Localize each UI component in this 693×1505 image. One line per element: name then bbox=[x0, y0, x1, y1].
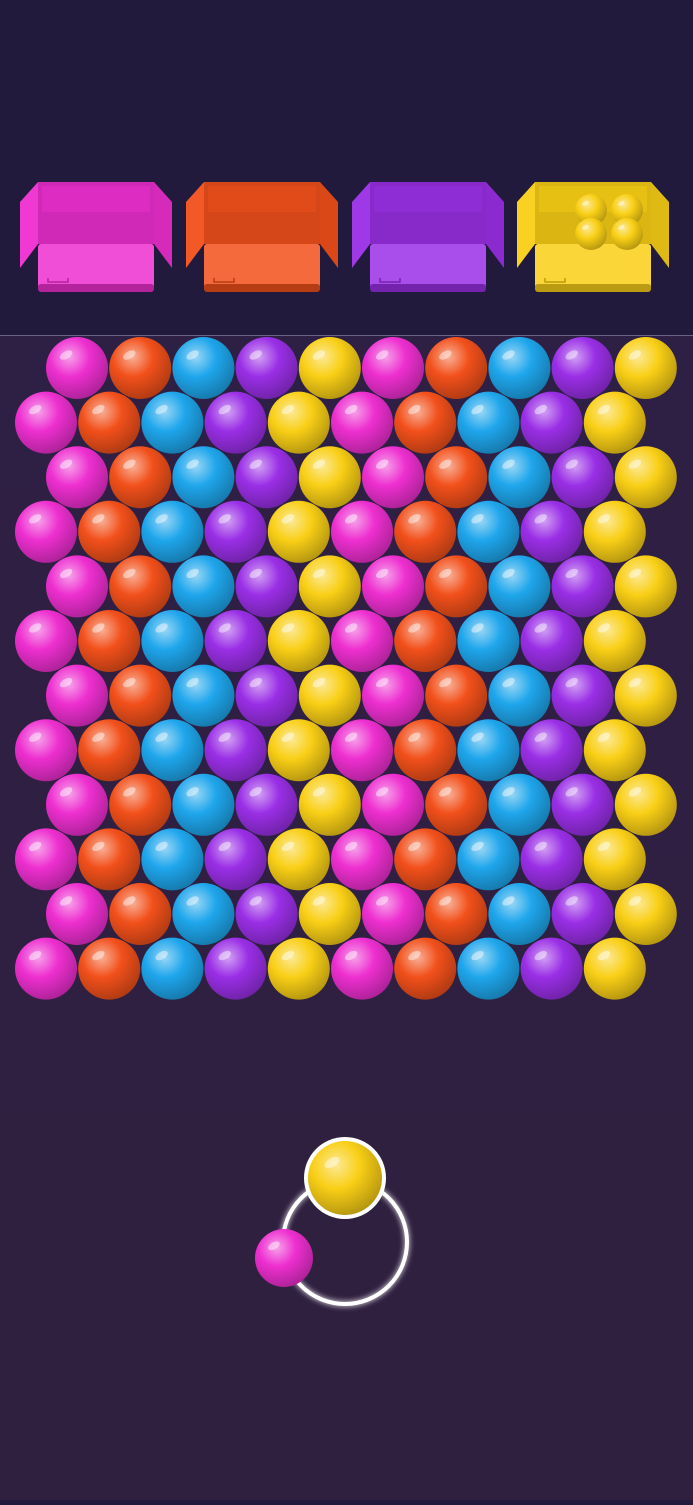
shooter-area bbox=[0, 0, 693, 1500]
current-ball[interactable] bbox=[308, 1141, 382, 1215]
next-ball[interactable] bbox=[255, 1229, 313, 1287]
